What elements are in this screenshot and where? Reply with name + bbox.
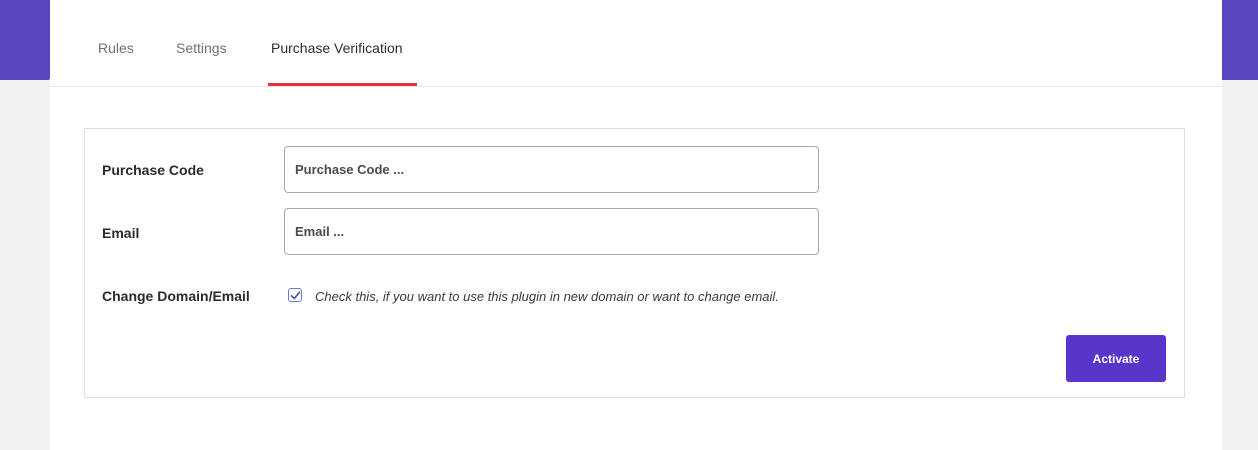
email-input[interactable] <box>284 208 819 255</box>
settings-panel: Rules Settings Purchase Verification Pur… <box>50 10 1222 450</box>
page-gutter-right <box>1222 80 1258 450</box>
page-gutter-left <box>0 80 50 450</box>
change-domain-help-text: Check this, if you want to use this plug… <box>315 289 779 304</box>
purchase-code-label: Purchase Code <box>102 162 204 178</box>
active-tab-indicator <box>268 83 417 86</box>
header-band-right <box>1222 0 1258 80</box>
purchase-verification-form: Purchase Code Email Change Domain/Email … <box>84 128 1185 398</box>
tab-settings[interactable]: Settings <box>174 40 229 56</box>
tab-purchase-verification[interactable]: Purchase Verification <box>269 40 405 56</box>
tab-rules[interactable]: Rules <box>96 40 136 56</box>
email-label: Email <box>102 225 140 241</box>
purchase-code-input[interactable] <box>284 146 819 193</box>
change-domain-label: Change Domain/Email <box>102 288 250 304</box>
activate-button[interactable]: Activate <box>1066 335 1166 382</box>
tab-bar: Rules Settings Purchase Verification <box>50 10 1222 87</box>
checkmark-icon <box>290 291 301 300</box>
change-domain-checkbox[interactable] <box>288 288 302 302</box>
header-band-left <box>0 0 50 80</box>
